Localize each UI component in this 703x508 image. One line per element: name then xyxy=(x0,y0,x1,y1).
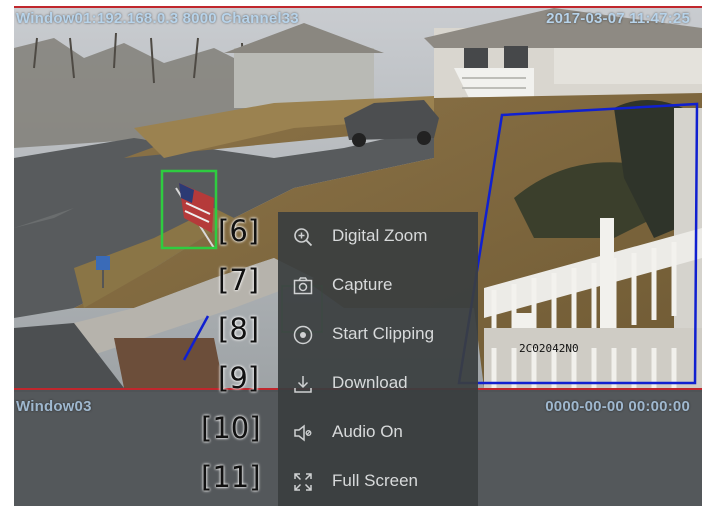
menu-item-capture[interactable]: Capture xyxy=(278,261,478,310)
window2-title: Window03 xyxy=(16,398,92,415)
annotation-tag: [6] xyxy=(218,214,260,248)
menu-label: Full Screen xyxy=(332,471,418,490)
download-icon xyxy=(292,373,314,395)
annotation-tag: [7] xyxy=(218,263,260,297)
menu-label: Start Clipping xyxy=(332,324,435,343)
zoom-in-icon xyxy=(292,226,314,248)
window1-timestamp: 2017-03-07 11:47:25 xyxy=(546,10,690,27)
annotation-tag: [8] xyxy=(218,312,260,346)
annotation-tag: [11] xyxy=(201,460,261,494)
menu-label: Audio On xyxy=(332,422,403,441)
context-menu: Digital Zoom Capture Start Clipping Down… xyxy=(278,212,478,506)
menu-item-full-screen[interactable]: Full Screen xyxy=(278,457,478,506)
camera-icon xyxy=(292,275,314,297)
menu-item-digital-zoom[interactable]: Digital Zoom xyxy=(278,212,478,261)
plate-text: 2C02042N0 xyxy=(519,342,579,355)
window2-timestamp: 0000-00-00 00:00:00 xyxy=(545,398,690,415)
speaker-icon xyxy=(292,422,314,444)
window1-title: Window01:192.168.0.3 8000 Channel33 xyxy=(16,10,299,27)
menu-item-download[interactable]: Download xyxy=(278,359,478,408)
menu-label: Download xyxy=(332,373,408,392)
annotation-tag: [9] xyxy=(218,361,260,395)
menu-label: Capture xyxy=(332,275,393,294)
fullscreen-icon xyxy=(292,471,314,493)
record-icon xyxy=(292,324,314,346)
menu-item-audio-on[interactable]: Audio On xyxy=(278,408,478,457)
menu-item-start-clipping[interactable]: Start Clipping xyxy=(278,310,478,359)
annotation-tag: [10] xyxy=(201,411,261,445)
menu-label: Digital Zoom xyxy=(332,226,428,245)
